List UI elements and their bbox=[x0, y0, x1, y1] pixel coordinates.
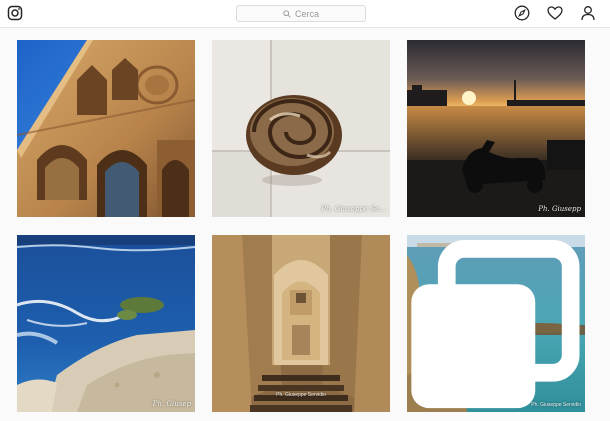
post-thumbnail[interactable]: Ph. Giuseppe Servidio bbox=[212, 235, 390, 412]
nav-icon-group bbox=[514, 5, 596, 21]
search-placeholder: Cerca bbox=[294, 8, 319, 19]
search-input[interactable]: Cerca bbox=[236, 5, 366, 22]
sunset-harbor-image bbox=[407, 40, 585, 217]
instagram-logo-icon[interactable] bbox=[7, 5, 23, 21]
profile-icon[interactable] bbox=[580, 5, 596, 21]
snail-image bbox=[212, 40, 390, 217]
post-watermark: Ph. Giusepp bbox=[538, 205, 581, 213]
post-thumbnail[interactable]: Ph. Giusepp bbox=[407, 40, 585, 217]
multiple-photos-icon bbox=[411, 240, 580, 409]
search-icon bbox=[283, 9, 291, 18]
compass-icon[interactable] bbox=[514, 5, 530, 21]
post-thumbnail[interactable]: Ph. Giusep bbox=[17, 235, 195, 412]
sea-shore-image bbox=[17, 235, 195, 412]
gothic-facade-image bbox=[17, 40, 195, 217]
post-watermark: Ph. Giuseppe Se... bbox=[321, 205, 386, 213]
heart-icon[interactable] bbox=[547, 5, 563, 21]
post-thumbnail[interactable]: Ph. Giuseppe Servidio bbox=[407, 235, 585, 412]
post-thumbnail[interactable] bbox=[17, 40, 195, 217]
post-thumbnail[interactable]: Ph. Giuseppe Se... bbox=[212, 40, 390, 217]
post-watermark: Ph. Giuseppe Servidio bbox=[531, 402, 581, 408]
post-watermark: Ph. Giuseppe Servidio bbox=[276, 392, 326, 398]
top-navigation-bar: Cerca bbox=[0, 0, 610, 28]
post-watermark: Ph. Giusep bbox=[152, 400, 191, 408]
posts-grid: Ph. Giuseppe Se... Ph. Giusepp Ph. Giuse… bbox=[17, 40, 585, 412]
alley-stairs-image bbox=[212, 235, 390, 412]
